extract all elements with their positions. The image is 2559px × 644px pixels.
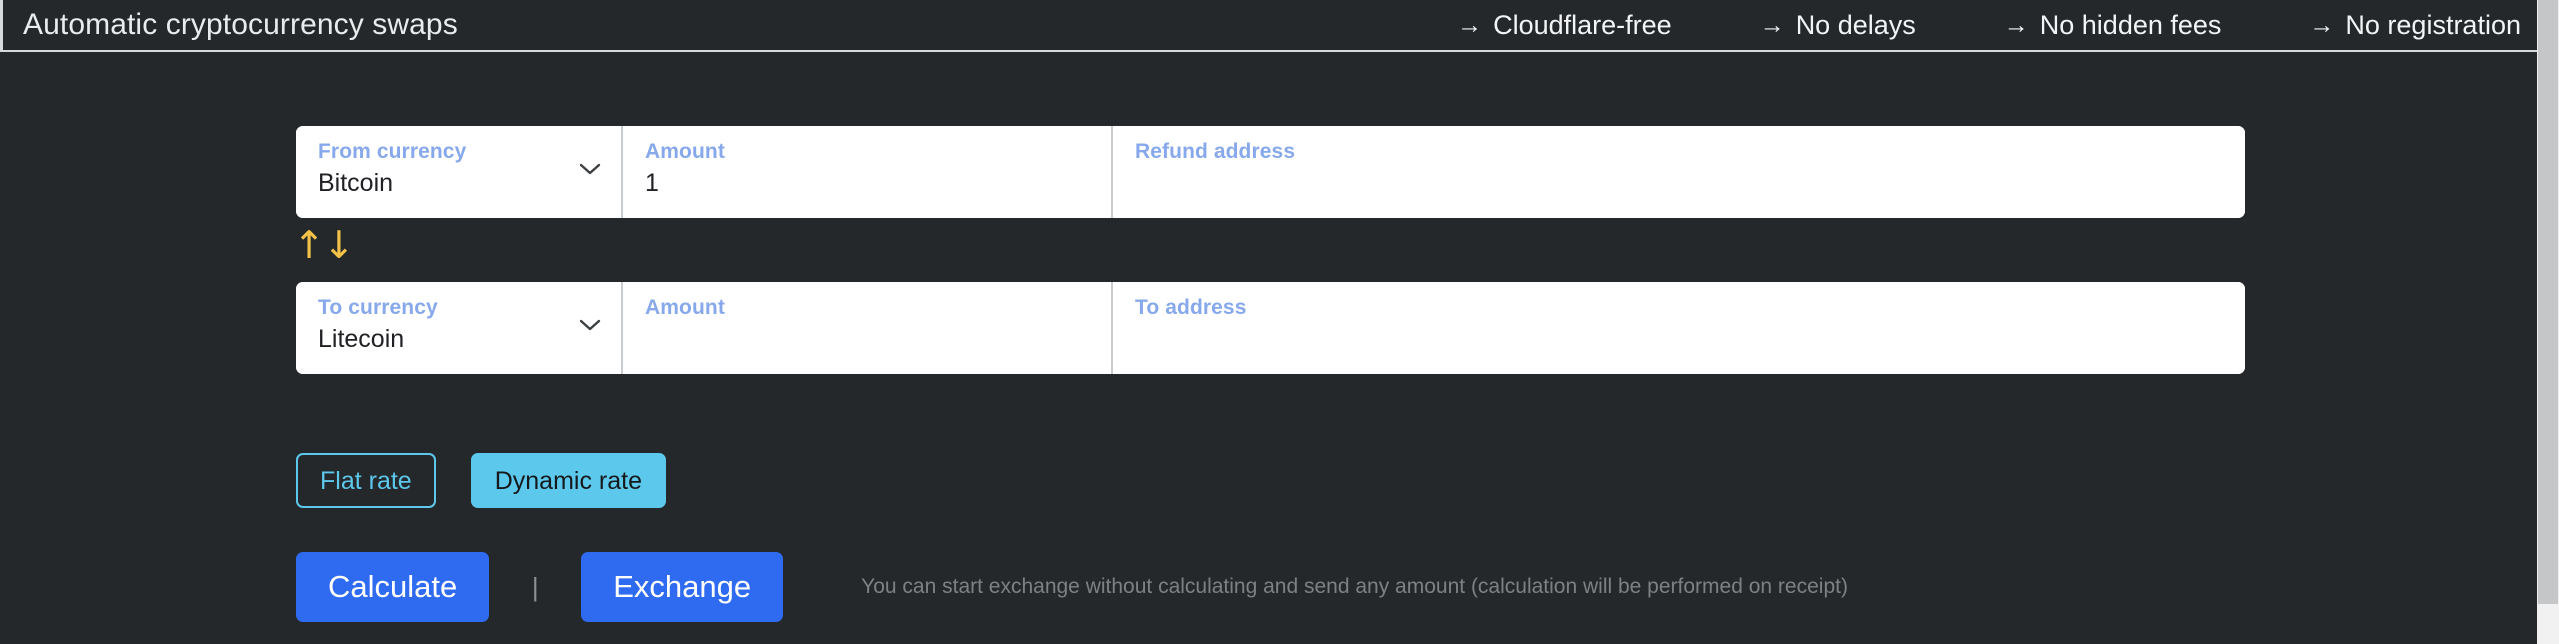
scrollbar-thumb[interactable] (2538, 0, 2558, 604)
nav-item-no-registration[interactable]: → No registration (2309, 10, 2521, 41)
swap-arrows-icon: ↑↓ (293, 226, 353, 264)
vertical-scrollbar[interactable] (2537, 0, 2559, 644)
nav-item-no-delays[interactable]: → No delays (1760, 10, 1916, 41)
flat-rate-button[interactable]: Flat rate (296, 453, 436, 508)
calculate-button[interactable]: Calculate (296, 552, 489, 622)
refund-address-label: Refund address (1135, 140, 2223, 163)
nav-item-label: No hidden fees (2040, 10, 2222, 41)
to-amount-label: Amount (645, 296, 1089, 319)
to-currency-value: Litecoin (318, 325, 599, 354)
to-address-value (1135, 325, 2223, 353)
to-currency-select[interactable]: To currency Litecoin (296, 282, 621, 374)
nav-item-label: No delays (1796, 10, 1916, 41)
from-currency-label: From currency (318, 140, 599, 163)
to-amount-input[interactable]: Amount (621, 282, 1111, 374)
from-row: From currency Bitcoin Amount 1 Refund ad… (296, 126, 2245, 218)
page-title: Automatic cryptocurrency swaps (23, 8, 458, 42)
to-address-input[interactable]: To address (1111, 282, 2245, 374)
from-amount-label: Amount (645, 140, 1089, 163)
chevron-down-icon (579, 162, 601, 176)
exchange-hint-text: You can start exchange without calculati… (861, 575, 1848, 599)
nav-item-no-hidden-fees[interactable]: → No hidden fees (2004, 10, 2222, 41)
exchange-form: From currency Bitcoin Amount 1 Refund ad… (0, 52, 2537, 644)
arrow-right-icon: → (2309, 13, 2334, 38)
chevron-down-icon (579, 318, 601, 332)
action-separator: | (489, 572, 581, 603)
nav-item-label: No registration (2345, 10, 2521, 41)
arrow-right-icon: → (1760, 13, 1785, 38)
swap-direction-button[interactable]: ↑↓ (300, 222, 346, 268)
from-amount-value: 1 (645, 169, 1089, 198)
from-currency-value: Bitcoin (318, 169, 599, 198)
refund-address-value (1135, 169, 2223, 197)
rate-type-group: Flat rate Dynamic rate (296, 453, 666, 508)
nav-item-cloudflare-free[interactable]: → Cloudflare-free (1457, 10, 1672, 41)
page-root: Automatic cryptocurrency swaps → Cloudfl… (0, 0, 2537, 644)
page-header: Automatic cryptocurrency swaps → Cloudfl… (0, 0, 2537, 52)
refund-address-input[interactable]: Refund address (1111, 126, 2245, 218)
action-row: Calculate | Exchange You can start excha… (296, 552, 1848, 622)
arrow-right-icon: → (1457, 13, 1482, 38)
dynamic-rate-button[interactable]: Dynamic rate (471, 453, 666, 508)
from-currency-select[interactable]: From currency Bitcoin (296, 126, 621, 218)
to-currency-label: To currency (318, 296, 599, 319)
header-nav: → Cloudflare-free → No delays → No hidde… (1457, 10, 2533, 41)
arrow-right-icon: → (2004, 13, 2029, 38)
from-amount-input[interactable]: Amount 1 (621, 126, 1111, 218)
nav-item-label: Cloudflare-free (1493, 10, 1672, 41)
to-row: To currency Litecoin Amount To address (296, 282, 2245, 374)
to-address-label: To address (1135, 296, 2223, 319)
to-amount-value (645, 325, 1089, 353)
exchange-button[interactable]: Exchange (581, 552, 783, 622)
